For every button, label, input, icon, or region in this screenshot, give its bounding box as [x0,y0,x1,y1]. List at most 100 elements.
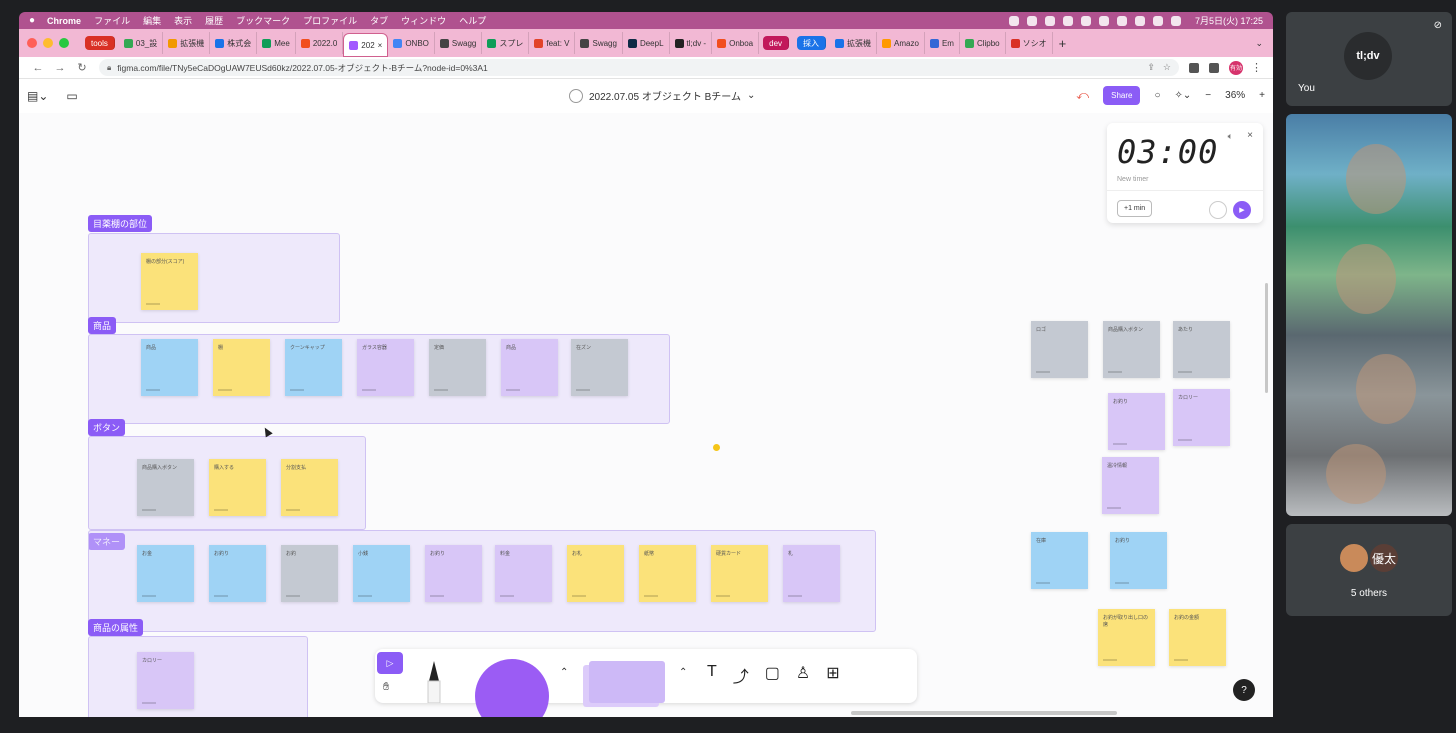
connector-tool-icon[interactable]: ⤴ [733,663,749,687]
section[interactable] [88,233,340,323]
browser-tab[interactable]: ソシオ [1006,32,1053,54]
new-tab-icon[interactable]: + [1059,36,1067,51]
comment-icon[interactable]: ○ [1154,90,1160,101]
chevron-up-icon[interactable]: ⌃ [560,667,568,678]
stop-button[interactable] [1209,201,1227,219]
sticky-note[interactable]: 温冷情報 [1102,457,1159,514]
lock-icon[interactable]: 🔒︎ [107,63,111,73]
status-app-icon[interactable] [1080,15,1091,26]
browser-tab[interactable]: Em [925,32,960,54]
browser-tab[interactable]: ONBO [388,32,435,54]
url-field[interactable]: 🔒︎ figma.com/file/TNy5eCaDOgUAW7EUSd60kz… [99,59,1179,76]
help-button[interactable]: ? [1233,679,1255,701]
sticky-note[interactable]: ロゴ [1031,321,1088,378]
extensions-icon[interactable] [1189,62,1199,73]
figjam-canvas[interactable]: 目薬棚の部位 棚の部分(スコア) 商品 商品 棚 クーンキャップ ガラス容器 定… [19,113,1273,717]
layers-panel-icon[interactable]: ▭ [66,89,77,103]
share-button[interactable]: Share [1103,86,1141,105]
browser-tab[interactable]: Mee [257,32,296,54]
others-tile[interactable]: 優太 5 others [1286,524,1452,616]
section-label[interactable]: 商品 [88,317,117,334]
widgets-tool-icon[interactable]: ⊞ [826,663,839,687]
select-tool-icon[interactable]: ▷ [377,652,403,674]
search-icon[interactable] [1152,15,1163,26]
sticky-note[interactable]: 料金 [495,545,552,602]
menu-item-history[interactable]: 履歴 [205,14,223,27]
status-app-icon[interactable] [1098,15,1109,26]
clock[interactable]: 7月5日(火) 17:25 [1195,14,1263,27]
menu-item-edit[interactable]: 編集 [143,14,161,27]
status-app-icon[interactable] [1008,15,1019,26]
zoom-out-icon[interactable]: − [1205,90,1211,101]
status-app-icon[interactable] [1044,15,1055,26]
participant-tile-you[interactable]: tl;dv You ⊘ [1286,12,1452,106]
back-icon[interactable]: ← [27,62,49,74]
status-app-icon[interactable] [1062,15,1073,26]
battery-icon[interactable] [1116,15,1127,26]
minimize-window-button[interactable] [43,38,53,48]
sticky-note[interactable]: 購入する [209,459,266,516]
menu-item-file[interactable]: ファイル [94,14,130,27]
sticky-note[interactable]: お釣の金額 [1169,609,1226,666]
forward-icon[interactable]: → [49,62,71,74]
sticky-note[interactable]: クーンキャップ [285,339,342,396]
browser-tab[interactable]: Clipbo [960,32,1006,54]
section-label[interactable]: 商品の属性 [88,619,144,636]
profile-avatar[interactable]: 有効 [1229,60,1243,75]
sidepanel-icon[interactable] [1209,62,1219,73]
bookmark-star-icon[interactable]: ☆ [1163,62,1171,73]
sticky-note[interactable]: 商品 [501,339,558,396]
section[interactable] [88,636,308,717]
marker-tool-icon[interactable] [425,659,443,703]
menu-app-name[interactable]: Chrome [47,16,81,26]
status-app-icon[interactable] [1026,15,1037,26]
browser-tab[interactable]: feat: V [529,32,576,54]
sticky-note[interactable]: 商品購入ボタン [1103,321,1160,378]
sticky-note[interactable]: カロリー [1173,389,1230,446]
close-window-button[interactable] [27,38,37,48]
browser-tab[interactable]: 株式会 [210,32,258,54]
browser-tab[interactable]: Amazo [877,32,925,54]
sticky-note[interactable]: 商品 [141,339,198,396]
play-button[interactable]: ▶ [1233,201,1251,219]
menu-item-tab[interactable]: タブ [370,14,388,27]
browser-tab[interactable]: Swagg [435,32,483,54]
sticky-note[interactable]: 在ズン [571,339,628,396]
browser-tab[interactable]: 2022.0 [296,32,344,54]
browser-tab[interactable]: Swagg [575,32,623,54]
menu-item-help[interactable]: ヘルプ [459,14,486,27]
sticky-note[interactable]: 紙幣 [639,545,696,602]
stamp-tool-icon[interactable]: ♙ [796,663,810,687]
sticky-note[interactable]: お釣り [1110,532,1167,589]
section-label[interactable]: 目薬棚の部位 [88,215,153,232]
chevron-up-icon[interactable]: ⌃ [679,667,687,678]
sticky-note[interactable]: お釣が取り出し口の席 [1098,609,1155,666]
hand-tool-icon[interactable]: ✋︎ [383,681,389,694]
participant-video-stack[interactable] [1286,114,1452,516]
apple-icon[interactable]: ● [29,15,35,26]
sticky-note[interactable]: お金 [137,545,194,602]
sticky-note[interactable]: 小銭 [353,545,410,602]
tab-search-icon[interactable]: ⌄ [1255,38,1263,49]
browser-tab-active[interactable]: 202 × [343,33,389,57]
sticky-note[interactable]: お札 [567,545,624,602]
menu-item-bookmarks[interactable]: ブックマーク [236,14,290,27]
speaker-icon[interactable]: 🔈︎ [1228,131,1233,142]
section-label[interactable]: ボタン [88,419,126,436]
figma-menu-icon[interactable]: ▤⌄ [27,89,48,103]
sticky-note[interactable]: 棚 [213,339,270,396]
sticky-note[interactable]: お釣り [1108,393,1165,450]
ai-sparkle-icon[interactable]: ✧⌄ [1175,90,1192,101]
sticky-note[interactable]: 分割支払 [281,459,338,516]
tab-group-hire[interactable]: 採入 [797,36,827,50]
text-tool-icon[interactable]: T [707,663,717,687]
sticky-note[interactable]: お釣 [281,545,338,602]
sticky-note[interactable]: 硬貨カード [711,545,768,602]
section-tool-icon[interactable]: ▢ [765,663,780,687]
menu-item-window[interactable]: ウィンドウ [401,14,446,27]
browser-menu-icon[interactable]: ⋮ [1251,61,1262,74]
zoom-window-button[interactable] [59,38,69,48]
sticky-note[interactable]: カロリー [137,652,194,709]
sticky-note[interactable]: 在庫 [1031,532,1088,589]
sticky-note[interactable]: 定価 [429,339,486,396]
